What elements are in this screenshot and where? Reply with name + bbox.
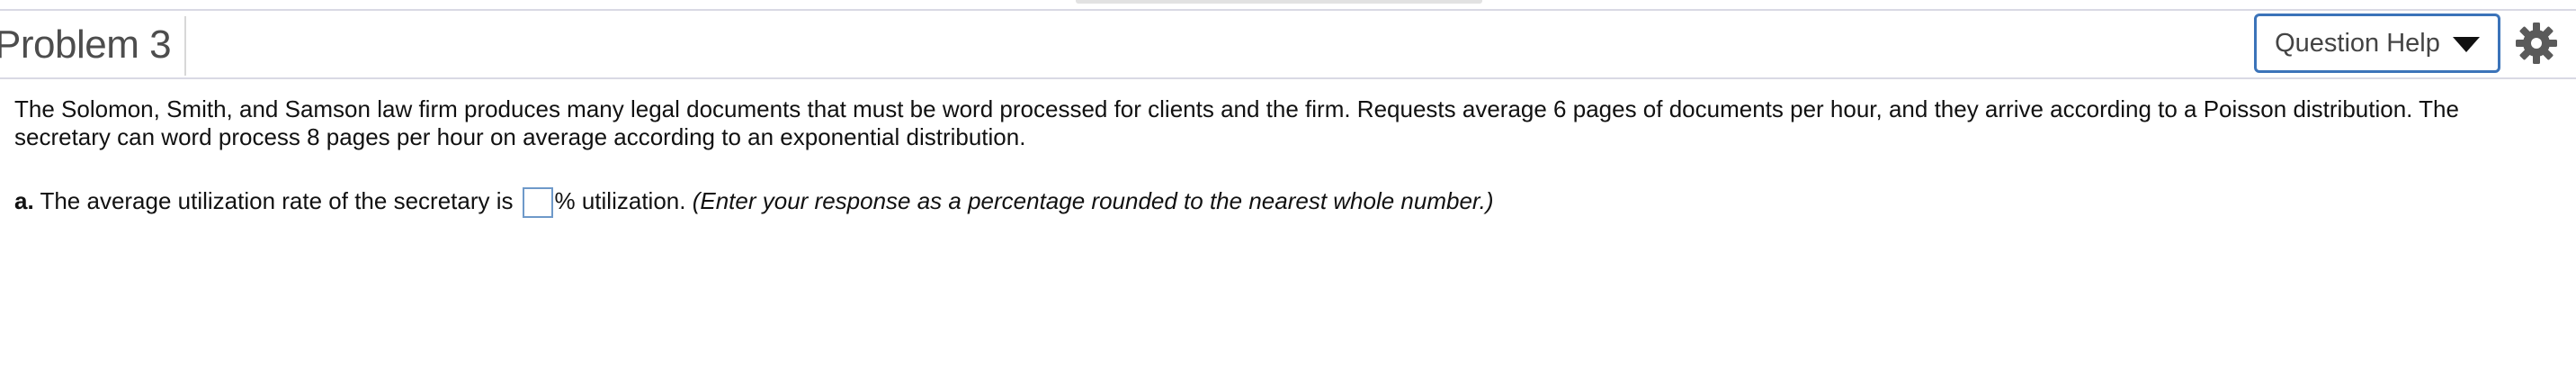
utilization-answer-input[interactable] <box>522 187 553 219</box>
part-a-suffix: % utilization. <box>554 187 686 214</box>
gear-icon[interactable] <box>2515 22 2558 65</box>
title-divider <box>184 16 186 76</box>
triangle-down-icon <box>2452 37 2480 52</box>
part-a-letter: a. <box>14 187 34 214</box>
problem-header: Problem 3 Question Help <box>0 11 2576 79</box>
question-help-label: Question Help <box>2275 28 2440 58</box>
part-a-instruction: (Enter your response as a percentage rou… <box>692 187 1494 214</box>
scroll-indicator <box>1076 0 1482 4</box>
page-title: Problem 3 <box>0 23 172 67</box>
problem-statement: The Solomon, Smith, and Samson law firm … <box>14 95 2459 150</box>
part-a: a. The average utilization rate of the s… <box>14 183 2551 219</box>
part-a-prompt: The average utilization rate of the secr… <box>40 187 514 214</box>
question-help-button[interactable]: Question Help <box>2254 14 2500 73</box>
